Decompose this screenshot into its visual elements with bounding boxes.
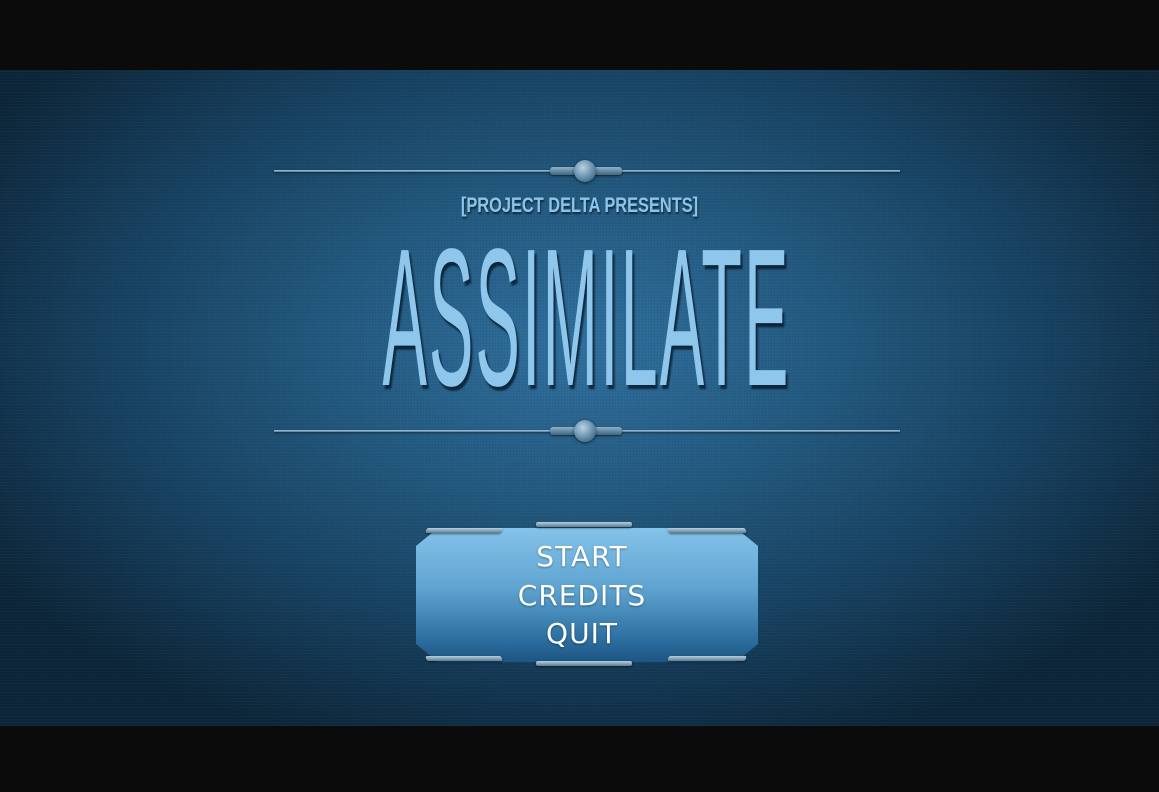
game-title: ASSIMILATE [382, 208, 791, 427]
menu-bracket-bottom-right [667, 656, 747, 661]
rail-knob-icon [574, 160, 596, 182]
rail-knob-icon [574, 420, 596, 442]
main-menu-panel: START CREDITS QUIT [416, 522, 758, 666]
menu-bracket-bottom-left [425, 656, 503, 661]
menu-bracket-top-right [667, 528, 747, 533]
bottom-divider-rail [274, 420, 900, 442]
title-screen: [PROJECT DELTA PRESENTS] ASSIMILATE STAR… [0, 70, 1159, 726]
menu-bracket-bottom [536, 661, 632, 666]
letterbox-top [0, 0, 1159, 70]
menu-bracket-top [536, 522, 632, 527]
credits-button[interactable]: CREDITS [416, 579, 748, 613]
letterbox-bottom [0, 726, 1159, 792]
start-button[interactable]: START [416, 540, 748, 574]
menu-bracket-top-left [425, 528, 503, 533]
top-divider-rail [274, 160, 900, 182]
quit-button[interactable]: QUIT [416, 617, 748, 651]
